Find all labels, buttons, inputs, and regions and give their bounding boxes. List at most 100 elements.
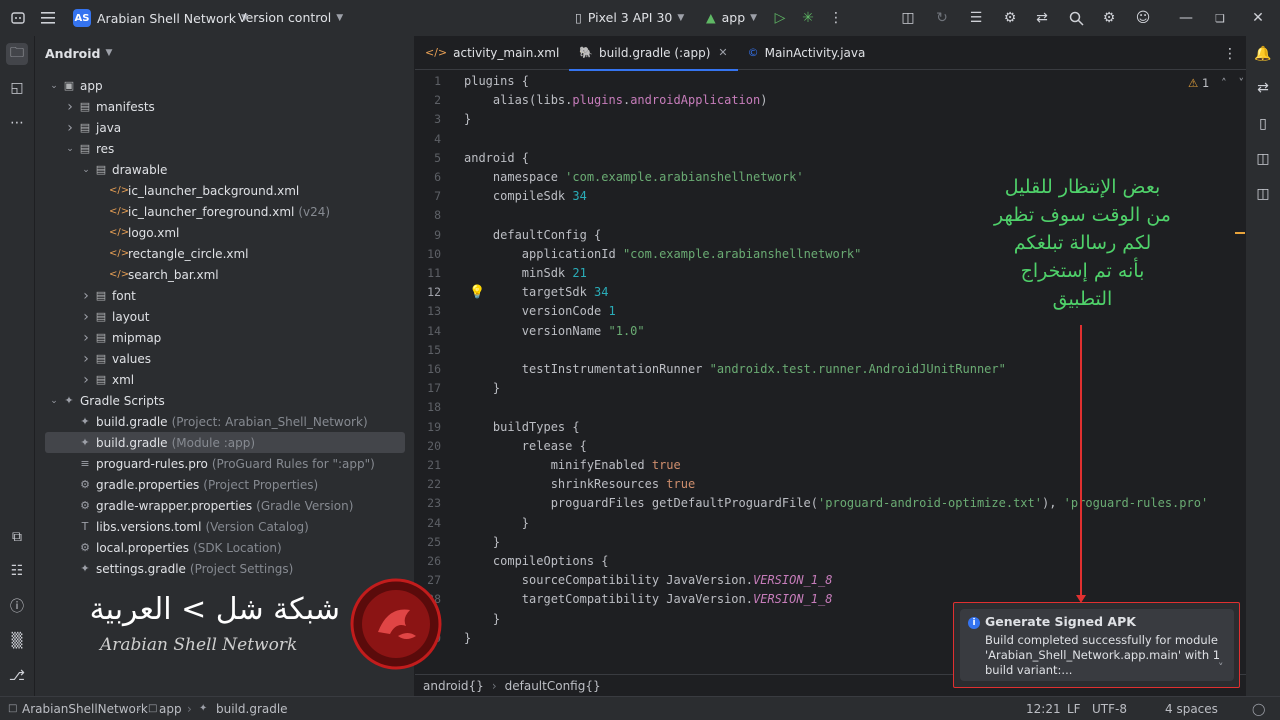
line-separator[interactable]: LF [1067,702,1081,716]
code-line[interactable]: versionName "1.0" [464,324,645,338]
tree-item[interactable]: › ▤ mipmap [45,327,405,348]
android-studio-icon[interactable] [4,4,32,32]
chevron-down-icon[interactable]: ⌄ [63,144,77,154]
breadcrumb-android[interactable]: android{} [423,679,484,693]
code-line[interactable]: compileOptions { [464,554,609,568]
chevron-down-icon[interactable]: ⌄ [79,165,93,175]
problems-icon[interactable]: ⓘ [6,595,28,617]
chevron-up-icon[interactable]: ˄ [1221,76,1227,90]
code-line[interactable]: namespace 'com.example.arabianshellnetwo… [464,170,804,184]
code-line[interactable]: shrinkResources true [464,477,696,491]
run-config-selector[interactable]: ▲ app ▼ [706,10,757,25]
tree-item[interactable]: ⌄ ▤ drawable [45,159,405,180]
tree-item[interactable]: ⚙ gradle.properties (Project Properties) [45,474,405,495]
code-line[interactable]: } [464,535,500,549]
code-line[interactable]: testInstrumentationRunner "androidx.test… [464,362,1006,376]
chevron-right-icon[interactable]: › [63,99,77,115]
chevron-down-icon[interactable]: ⌄ [47,81,61,91]
expand-chevron-icon[interactable]: ˅ [1218,661,1224,674]
tree-item[interactable]: ⌄ ▤ res [45,138,405,159]
status-path-file[interactable]: build.gradle [216,702,288,716]
code-line[interactable]: minSdk 21 [464,266,587,280]
chevron-right-icon[interactable]: › [63,120,77,136]
code-line[interactable]: applicationId "com.example.arabianshelln… [464,247,862,261]
chevron-down-icon[interactable]: ˅ [1238,76,1244,90]
restore-icon[interactable]: ❏ [1206,4,1234,32]
more-actions-icon[interactable]: ⋮ [822,4,850,32]
project-view-selector[interactable]: Android ▼ [35,36,414,70]
tree-item[interactable]: </> ic_launcher_foreground.xml (v24) [45,201,405,222]
device-file-explorer-icon[interactable]: ◫ [1252,183,1274,205]
chevron-right-icon[interactable]: › [79,372,93,388]
code-line[interactable]: buildTypes { [464,420,580,434]
logcat-icon[interactable]: ☷ [6,560,28,582]
breadcrumb-defaultconfig[interactable]: defaultConfig{} [505,679,601,693]
more-tools-icon[interactable]: ⋯ [6,112,28,134]
code-line[interactable]: targetCompatibility JavaVersion.VERSION_… [464,592,833,606]
tree-item[interactable]: ⌄ ✦ Gradle Scripts [45,390,405,411]
code-line[interactable]: versionCode 1 [464,304,616,318]
chevron-right-icon[interactable]: › [79,330,93,346]
sync-icon[interactable]: ☰ [962,4,990,32]
tree-item[interactable]: </> rectangle_circle.xml [45,243,405,264]
tree-item[interactable]: Tlibs.versions.toml (Version Catalog) [45,516,405,537]
tree-item[interactable]: › ▤ xml [45,369,405,390]
build-variants-icon[interactable]: ⧉ [6,526,28,548]
tree-item[interactable]: ⚙ gradle-wrapper.properties (Gradle Versio… [45,495,405,516]
tree-item[interactable]: </> search_bar.xml [45,264,405,285]
debug-icon[interactable]: ✳ [794,4,822,32]
indent-setting[interactable]: 4 spaces [1165,702,1218,716]
settings-icon[interactable]: ⚙ [1095,4,1123,32]
notification-popup[interactable]: i Generate Signed APK Build completed su… [953,602,1240,688]
editor-tab[interactable]: © MainActivity.java [738,36,876,70]
warnings-indicator[interactable]: ⚠ 1 ˄ ˅ [1188,76,1244,90]
tree-item[interactable]: </> ic_launcher_background.xml [45,180,405,201]
code-line[interactable]: release { [464,439,587,453]
editor-tab[interactable]: 🐘 build.gradle (:app) ✕ [569,36,738,71]
status-path-module[interactable]: app [159,702,182,716]
code-line[interactable]: } [464,612,500,626]
tree-item[interactable]: </> logo.xml [45,222,405,243]
apply-changes-icon[interactable]: ↻ [928,4,956,32]
notification-card[interactable]: i Generate Signed APK Build completed su… [960,609,1234,681]
code-line[interactable]: minifyEnabled true [464,458,681,472]
tree-item[interactable]: › ▤ java [45,117,405,138]
code-line[interactable]: alias(libs.plugins.androidApplication) [464,93,768,107]
tree-item[interactable]: › ▤ manifests [45,96,405,117]
code-line[interactable]: plugins { [464,74,529,88]
gradle-sync-icon[interactable]: ⇄ [1028,4,1056,32]
lock-icon[interactable]: ◯ [1252,702,1265,716]
tree-item[interactable]: › ▤ layout [45,306,405,327]
terminal-icon[interactable]: ▒ [6,630,28,652]
code-editor[interactable]: ⚠ 1 ˄ ˅ 💡 1 2 3 4 5 6 7 8 9 10 11 12 13 14 15 16 17 18 19 2… [415,71,1246,674]
chevron-right-icon[interactable]: › [79,309,93,325]
tab-options-icon[interactable]: ⋮ [1216,40,1244,68]
minimize-icon[interactable]: — [1172,4,1200,32]
git-icon[interactable]: ⎇ [6,665,28,687]
tree-item[interactable]: ⌄ ▣ app [45,75,405,96]
device-selector[interactable]: ▯ Pixel 3 API 30 ▼ [575,10,684,25]
close-icon[interactable]: ✕ [718,46,727,59]
run-icon[interactable]: ▷ [766,4,794,32]
tree-item[interactable]: › ▤ values [45,348,405,369]
tree-item[interactable]: ≡ proguard-rules.pro (ProGuard Rules for "… [45,453,405,474]
code-line[interactable]: } [464,631,471,645]
code-line[interactable]: targetSdk 34 [464,285,609,299]
code-line[interactable]: } [464,516,529,530]
device-manager-icon[interactable]: ▯ [1252,113,1274,135]
code-line[interactable]: } [464,381,500,395]
sdk-manager-icon[interactable]: ⚙ [996,4,1024,32]
code-line[interactable]: android { [464,151,529,165]
tree-item[interactable]: ✦ build.gradle (Project: Arabian_Shell_Net… [45,411,405,432]
editor-tab[interactable]: </> activity_main.xml [415,36,569,70]
close-icon[interactable]: ✕ [1244,4,1272,32]
code-line[interactable]: } [464,112,471,126]
chevron-right-icon[interactable]: › [79,288,93,304]
chevron-right-icon[interactable]: › [79,351,93,367]
file-encoding[interactable]: UTF-8 [1092,702,1127,716]
tree-item[interactable]: ✦ build.gradle (Module :app) [45,432,405,453]
project-tool-icon[interactable]: 🗀 [6,43,28,65]
status-path-project[interactable]: ArabianShellNetwork [22,702,148,716]
notifications-icon[interactable]: 🔔 [1252,43,1274,65]
running-devices-icon[interactable]: ◫ [1252,148,1274,170]
